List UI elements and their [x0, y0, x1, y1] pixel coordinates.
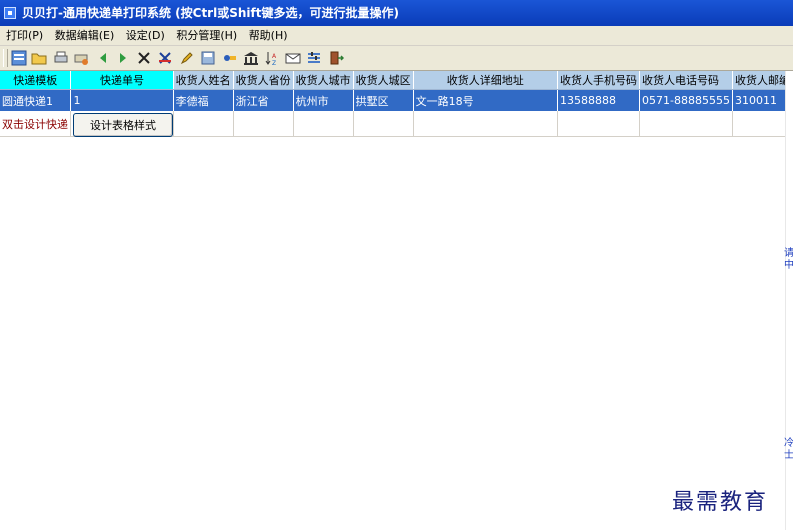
menu-data-edit[interactable]: 数据编辑(E) — [51, 26, 119, 45]
header-postcode[interactable]: 收货人邮编 — [732, 71, 793, 90]
watermark: 最需教育 — [672, 490, 769, 515]
empty-cell[interactable] — [173, 111, 234, 137]
cell-name[interactable]: 李德福 — [173, 89, 234, 111]
edge-fragment: 中 — [784, 260, 793, 271]
settings-icon[interactable] — [305, 49, 323, 67]
edit-icon[interactable] — [178, 49, 196, 67]
cell-province[interactable]: 浙江省 — [233, 89, 294, 111]
header-address[interactable]: 收货人详细地址 — [413, 71, 559, 90]
data-grid: 快递模板 快递单号 收货人姓名 收货人省份 收货人城市 收货人城区 收货人详细地… — [0, 71, 793, 530]
print-icon[interactable] — [52, 49, 70, 67]
delete-icon[interactable] — [135, 49, 153, 67]
edge-fragment: 士 — [784, 450, 793, 461]
edge-fragment: 冷 — [784, 438, 793, 449]
header-phone[interactable]: 收货人电话号码 — [639, 71, 733, 90]
header-name[interactable]: 收货人姓名 — [173, 71, 234, 90]
toolbar-grip[interactable] — [3, 49, 8, 67]
design-hint[interactable]: 双击设计快递 — [0, 111, 72, 137]
link-icon[interactable] — [221, 49, 239, 67]
sort-icon[interactable]: AZ — [263, 49, 281, 67]
window-title: 贝贝打-通用快递单打印系统 (按Ctrl或Shift键多选，可进行批量操作) — [22, 6, 399, 20]
svg-text:A: A — [272, 53, 277, 60]
header-province[interactable]: 收货人省份 — [233, 71, 294, 90]
header-district[interactable]: 收货人城区 — [353, 71, 414, 90]
list-icon[interactable] — [10, 49, 28, 67]
header-city[interactable]: 收货人城市 — [293, 71, 354, 90]
header-template[interactable]: 快递模板 — [0, 71, 72, 90]
menu-help[interactable]: 帮助(H) — [245, 26, 292, 45]
empty-cell[interactable] — [233, 111, 294, 137]
menu-settings[interactable]: 设定(D) — [122, 26, 169, 45]
edge-fragment: 请 — [784, 248, 793, 259]
menu-points[interactable]: 积分管理(H) — [172, 26, 241, 45]
header-tracking-no[interactable]: 快递单号 — [70, 71, 174, 90]
bank-icon[interactable] — [242, 49, 260, 67]
menu-print[interactable]: 打印(P) — [2, 26, 47, 45]
cell-mobile[interactable]: 13588888 — [557, 89, 641, 111]
delete-all-icon[interactable] — [156, 49, 174, 67]
cell-city[interactable]: 杭州市 — [293, 89, 354, 111]
table-header: 快递模板 快递单号 收货人姓名 收货人省份 收货人城市 收货人城区 收货人详细地… — [0, 71, 793, 90]
exit-icon[interactable] — [327, 49, 345, 67]
menu-bar: 打印(P) 数据编辑(E) 设定(D) 积分管理(H) 帮助(H) — [0, 26, 793, 46]
cell-district[interactable]: 拱墅区 — [353, 89, 414, 111]
empty-cell[interactable] — [293, 111, 354, 137]
mail-icon[interactable] — [284, 49, 302, 67]
print-setup-icon[interactable] — [72, 49, 90, 67]
empty-cell[interactable] — [413, 111, 559, 137]
empty-cell[interactable] — [639, 111, 733, 137]
empty-cell[interactable] — [557, 111, 641, 137]
design-table-style-button[interactable]: 设计表格样式 — [73, 113, 173, 137]
save-icon[interactable] — [199, 49, 217, 67]
svg-text:Z: Z — [272, 60, 276, 66]
cell-postcode[interactable]: 310011 — [732, 89, 793, 111]
app-icon — [4, 7, 16, 19]
cell-phone[interactable]: 0571-88885555 — [639, 89, 733, 111]
cell-template[interactable]: 圆通快递1 — [0, 89, 72, 111]
cell-address[interactable]: 文一路18号 — [413, 89, 559, 111]
empty-cell[interactable] — [732, 111, 793, 137]
arrow-right-icon[interactable] — [114, 49, 132, 67]
toolbar: AZ — [0, 46, 793, 71]
header-mobile[interactable]: 收货人手机号码 — [557, 71, 641, 90]
vertical-scrollbar[interactable] — [785, 71, 793, 530]
cell-tracking-no[interactable]: 1 — [70, 89, 174, 111]
title-bar: 贝贝打-通用快递单打印系统 (按Ctrl或Shift键多选，可进行批量操作) — [0, 0, 793, 26]
arrow-left-icon[interactable] — [94, 49, 112, 67]
open-folder-icon[interactable] — [30, 49, 48, 67]
table-row[interactable]: 圆通快递1 1 李德福 浙江省 杭州市 拱墅区 文一路18号 13588888 … — [0, 89, 793, 111]
empty-cell[interactable] — [353, 111, 414, 137]
